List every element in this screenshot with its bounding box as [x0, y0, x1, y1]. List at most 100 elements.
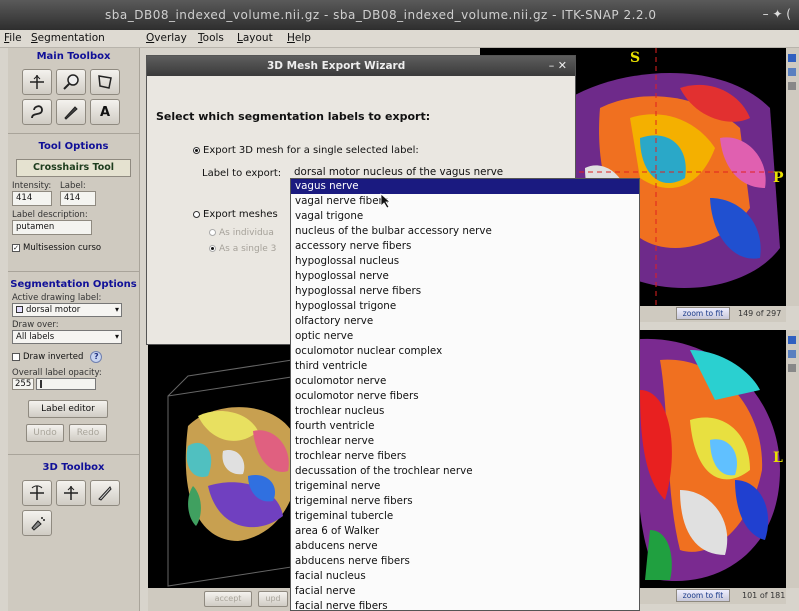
dropdown-item[interactable]: facial nucleus	[291, 569, 639, 584]
window-titlebar: sba_DB08_indexed_volume.nii.gz - sba_DB0…	[0, 0, 799, 30]
plus-icon[interactable]	[788, 336, 796, 344]
dropdown-item[interactable]: hypoglossal nerve	[291, 269, 639, 284]
intensity-field[interactable]: 414	[12, 191, 52, 206]
dropdown-item[interactable]: fourth ventricle	[291, 419, 639, 434]
opacity-field[interactable]: 255	[12, 378, 34, 390]
option-single-label-radio[interactable]: Export 3D mesh for a single selected lab…	[193, 145, 419, 156]
main-toolbox-title: Main Toolbox	[36, 51, 111, 62]
dropdown-item[interactable]: hypoglossal nerve fibers	[291, 284, 639, 299]
dropdown-item[interactable]: area 6 of Walker	[291, 524, 639, 539]
slice-counter: 149 of 297	[738, 309, 782, 318]
menu-overlay[interactable]: Overlay	[146, 32, 187, 44]
grid-icon[interactable]	[788, 82, 796, 90]
dropdown-item[interactable]: nucleus of the bulbar accessory nerve	[291, 224, 639, 239]
dropdown-item[interactable]: trochlear nerve fibers	[291, 449, 639, 464]
3d-rotate-button[interactable]	[22, 480, 52, 506]
update-button[interactable]: upd	[258, 591, 288, 607]
redo-button[interactable]: Redo	[69, 424, 107, 442]
3d-spray-button[interactable]	[22, 510, 52, 536]
dropdown-item[interactable]: trigeminal tubercle	[291, 509, 639, 524]
dropdown-item[interactable]: trigeminal nerve fibers	[291, 494, 639, 509]
option-multi-text: Export meshes	[203, 209, 278, 220]
dropdown-item[interactable]: trigeminal nerve	[291, 479, 639, 494]
label-to-export-combobox[interactable]: dorsal motor nucleus of the vagus nerve	[294, 166, 503, 178]
active-label-caption: Active drawing label:	[12, 293, 102, 303]
menu-tools[interactable]: Tools	[198, 32, 224, 44]
dropdown-item[interactable]: trochlear nerve	[291, 434, 639, 449]
label-description-caption: Label description:	[12, 210, 88, 220]
zoom-tool-button[interactable]	[56, 69, 86, 95]
help-icon[interactable]: ?	[90, 351, 103, 363]
dropdown-item[interactable]: facial nerve	[291, 584, 639, 599]
dropdown-item[interactable]: oculomotor nerve fibers	[291, 389, 639, 404]
menu-layout[interactable]: Layout	[237, 32, 273, 44]
dropdown-item[interactable]: oculomotor nerve	[291, 374, 639, 389]
option-multi-radio[interactable]: Export meshes	[193, 209, 278, 220]
draw-inverted-label: Draw inverted	[23, 352, 84, 362]
dialog-close-icon[interactable]: – ✕	[549, 59, 567, 72]
layers-icon[interactable]	[788, 350, 796, 358]
layers-icon[interactable]	[788, 68, 796, 76]
label-editor-button[interactable]: Label editor	[28, 400, 108, 418]
menu-file[interactable]: File	[4, 32, 22, 44]
dropdown-item[interactable]: oculomotor nuclear complex	[291, 344, 639, 359]
draw-over-value: All labels	[16, 332, 55, 342]
multisession-checkbox[interactable]: ✓ Multisession curso	[12, 243, 135, 253]
divider	[8, 454, 139, 455]
grid-icon[interactable]	[788, 364, 796, 372]
polygon-icon	[98, 75, 112, 89]
3d-toolbox-grid	[22, 480, 139, 536]
crosshairs-tool-button[interactable]	[22, 69, 52, 95]
dialog-title: 3D Mesh Export Wizard	[267, 60, 406, 72]
dropdown-item[interactable]: abducens nerve fibers	[291, 554, 639, 569]
intensity-caption: Intensity:	[12, 181, 52, 191]
sub-individual-radio[interactable]: As individua	[209, 228, 274, 238]
label-value-field[interactable]: 414	[60, 191, 96, 206]
dropdown-item[interactable]: vagal trigone	[291, 209, 639, 224]
3d-scalpel-button[interactable]	[90, 480, 120, 506]
checkbox-box: ✓	[12, 244, 20, 252]
snake-tool-button[interactable]	[22, 99, 52, 125]
accept-button[interactable]: accept	[204, 591, 252, 607]
segmentation-options-title: Segmentation Options	[10, 279, 137, 290]
dropdown-item[interactable]: olfactory nerve	[291, 314, 639, 329]
plus-icon[interactable]	[788, 54, 796, 62]
dropdown-item[interactable]: optic nerve	[291, 329, 639, 344]
sub-single-text: As a single 3	[219, 244, 277, 254]
draw-over-select[interactable]: All labels ▾	[12, 330, 122, 344]
radio-selected-icon	[193, 146, 200, 154]
active-label-select[interactable]: dorsal motor ▾	[12, 303, 122, 317]
draw-inverted-checkbox[interactable]: Draw inverted ?	[12, 351, 135, 363]
current-tool-name: Crosshairs Tool	[16, 159, 131, 177]
main-toolbox-grid: A	[22, 69, 139, 125]
paintbrush-icon	[64, 106, 78, 120]
dropdown-item[interactable]: hypoglossal nucleus	[291, 254, 639, 269]
zoom-to-fit-button[interactable]: zoom to fit	[676, 589, 730, 602]
window-controls[interactable]: – ✦ (	[763, 7, 791, 21]
dropdown-item[interactable]: decussation of the trochlear nerve	[291, 464, 639, 479]
undo-button[interactable]: Undo	[26, 424, 64, 442]
3d-crosshairs-button[interactable]	[56, 480, 86, 506]
dropdown-item[interactable]: trochlear nucleus	[291, 404, 639, 419]
dropdown-item[interactable]: facial nerve fibers	[291, 599, 639, 610]
paintbrush-tool-button[interactable]	[56, 99, 86, 125]
annotation-tool-button[interactable]: A	[90, 99, 120, 125]
slider-handle[interactable]	[40, 380, 42, 388]
polygon-tool-button[interactable]	[90, 69, 120, 95]
dropdown-item[interactable]: accessory nerve fibers	[291, 239, 639, 254]
opacity-slider[interactable]	[36, 378, 96, 390]
sub-single-radio[interactable]: As a single 3	[209, 244, 276, 254]
label-description-field[interactable]: putamen	[12, 220, 92, 235]
menu-segmentation[interactable]: Segmentation	[31, 32, 105, 44]
dropdown-item[interactable]: third ventricle	[291, 359, 639, 374]
orientation-left: L	[773, 450, 783, 466]
dropdown-item[interactable]: vagal nerve fibers	[291, 194, 639, 209]
dropdown-item[interactable]: hypoglossal trigone	[291, 299, 639, 314]
menu-help[interactable]: Help	[287, 32, 311, 44]
dropdown-item-selected[interactable]: vagus nerve	[291, 179, 639, 194]
window-title: sba_DB08_indexed_volume.nii.gz - sba_DB0…	[105, 8, 657, 22]
dropdown-item[interactable]: abducens nerve	[291, 539, 639, 554]
label-to-export-caption: Label to export:	[202, 168, 282, 179]
zoom-to-fit-button[interactable]: zoom to fit	[676, 307, 730, 320]
label-dropdown-list: vagus nerve vagal nerve fibers vagal trigo…	[290, 178, 640, 611]
